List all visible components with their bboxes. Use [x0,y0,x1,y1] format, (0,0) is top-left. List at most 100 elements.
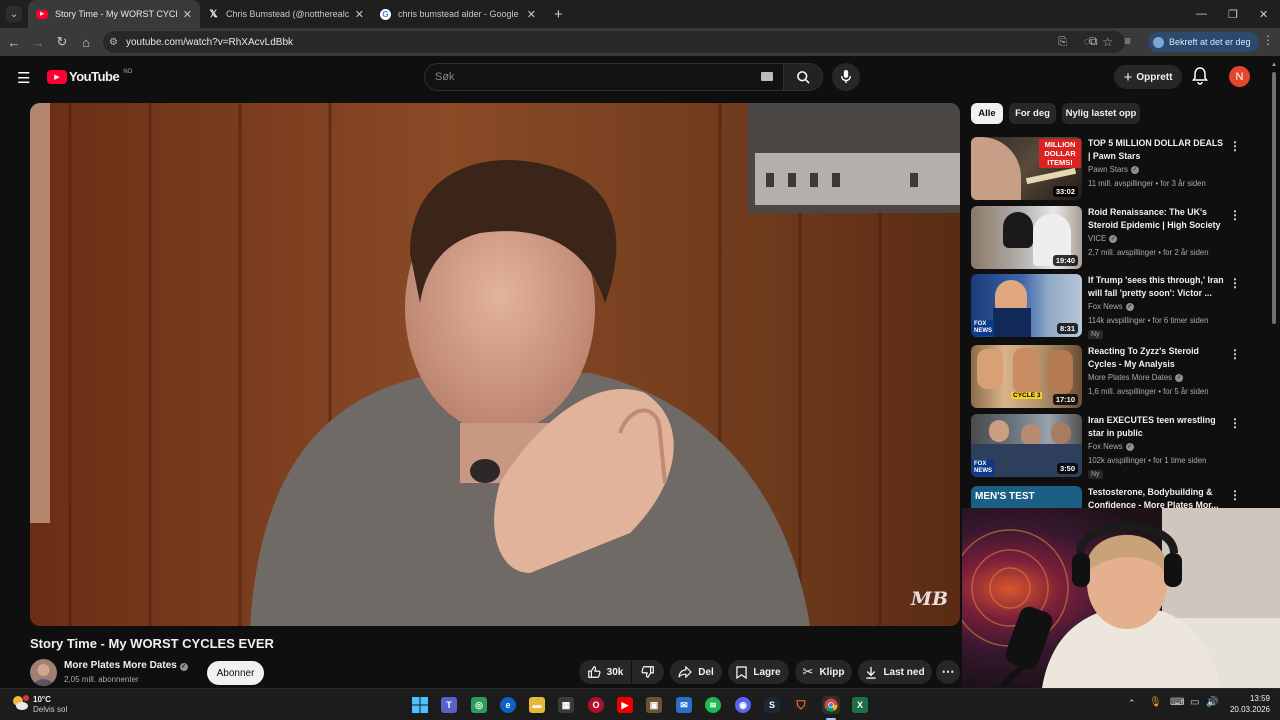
channel-name[interactable]: More Plates More Dates ✓ [64,660,188,671]
share-button[interactable]: Del [670,660,722,684]
recommendation-title: Roid Renaissance: The UK's Steroid Epide… [1088,207,1221,230]
weather-icon[interactable] [11,694,29,712]
keyboard-tray-icon[interactable]: ⌨ [1170,697,1184,708]
more-options-icon[interactable]: ⋮ [1229,208,1241,222]
youtube-logo[interactable]: ▶ YouTube NO [47,69,132,84]
restore-icon[interactable]: ❐ [1228,0,1238,28]
scroll-up-icon[interactable]: ▲ [1271,62,1277,68]
microsoft-store-icon[interactable]: ▦ [558,697,574,713]
search-button[interactable] [783,63,823,91]
edge-icon[interactable]: e [500,697,516,713]
display-tray-icon[interactable]: ▭ [1190,697,1199,708]
site-info-icon[interactable]: ⚙ [109,37,118,48]
voice-search-button[interactable] [832,63,860,91]
minimize-icon[interactable]: — [1196,0,1207,28]
recommendation-item[interactable]: CYCLE 3 17:10 Reacting To Zyzz's Steroid… [971,345,1261,409]
profile-verify-button[interactable]: Bekreft at det er deg [1148,32,1259,52]
recommendation-item[interactable]: MILLION DOLLAR ITEMS! 33:02 TOP 5 MILLIO… [971,137,1261,201]
close-tab-icon[interactable]: ✕ [527,8,536,21]
video-thumbnail[interactable]: FOX NEWS 3:50 [971,414,1082,477]
notifications-bell-icon[interactable] [1192,67,1208,90]
scrollbar-thumb[interactable] [1272,72,1276,324]
close-window-icon[interactable]: ✕ [1259,0,1268,28]
video-thumbnail[interactable]: MILLION DOLLAR ITEMS! 33:02 [971,137,1082,200]
video-thumbnail[interactable]: CYCLE 3 17:10 [971,345,1082,408]
home-icon[interactable]: ⌂ [74,35,98,50]
clock-time[interactable]: 13:59 [1226,694,1270,703]
recommendation-item[interactable]: FOX NEWS 8:31 If Trump 'sees this throug… [971,274,1261,339]
more-options-icon[interactable]: ⋮ [1229,488,1241,502]
filter-chip-recently-uploaded[interactable]: Nylig lastet opp [1062,103,1140,124]
subscribe-button[interactable]: Abonner [207,661,264,685]
create-button[interactable]: + Opprett [1114,65,1182,89]
new-tab-icon[interactable]: + [554,6,563,23]
close-tab-icon[interactable]: ✕ [355,8,364,21]
game-app-icon[interactable]: ▣ [646,697,662,713]
keyboard-icon[interactable] [761,72,773,81]
hamburger-menu-icon[interactable]: ☰ [17,69,30,87]
more-options-icon[interactable]: ⋮ [1229,347,1241,361]
recommendation-channel[interactable]: More Plates More Dates ✓ [1088,373,1184,382]
recommendation-item[interactable]: 19:40 Roid Renaissance: The UK's Steroid… [971,206,1261,270]
video-player[interactable]: MB [30,103,960,626]
forward-arrow-icon[interactable]: → [26,35,50,50]
weather-desc[interactable]: Delvis sol [33,705,67,714]
filter-chip-all[interactable]: Alle [971,103,1003,124]
url-text: youtube.com/watch?v=RhXAcvLdBbk [125,36,294,48]
clock-date[interactable]: 20.03.2026 [1220,705,1270,714]
browser-tab-google[interactable]: G chris bumstead alder - Google ✕ [372,0,544,28]
install-app-icon[interactable]: ⎘ [1058,36,1067,49]
dislike-button[interactable] [632,660,664,684]
volume-icon[interactable]: 🔊 [1206,697,1218,708]
discord-icon[interactable]: ◉ [735,697,751,713]
recommendation-item[interactable]: MEN'S TEST Testosterone, Bodybuilding & … [971,486,1261,508]
youtube-app-icon[interactable]: ▶ [617,697,633,713]
download-button[interactable]: Last ned [858,660,932,684]
video-thumbnail[interactable]: 19:40 [971,206,1082,269]
teams-icon[interactable]: T [441,697,457,713]
recommendation-channel[interactable]: Fox News ✓ [1088,442,1134,451]
more-actions-button[interactable]: ⋯ [936,660,960,684]
windows-start-icon[interactable] [412,697,428,713]
bookmark-star-icon[interactable]: ☆ [1102,35,1113,49]
video-thumbnail[interactable]: FOX NEWS 8:31 [971,274,1082,337]
browser-tab-x[interactable]: 𝕏 Chris Bumstead (@nottherealcb ✕ [200,0,372,28]
clip-button[interactable]: ✂ Klipp [795,660,852,684]
filter-chip-for-you[interactable]: For deg [1009,103,1056,124]
shield-app-icon[interactable]: ⛉ [793,697,809,713]
channel-avatar[interactable] [30,659,57,686]
more-options-icon[interactable]: ⋮ [1229,416,1241,430]
reading-list-icon[interactable]: ≡ [1124,34,1131,48]
address-bar[interactable]: ⚙ youtube.com/watch?v=RhXAcvLdBbk ⎘ ◌ ☆ [103,31,1125,53]
recommendation-channel[interactable]: VICE ✓ [1088,234,1118,243]
reload-icon[interactable]: ↻ [50,34,74,50]
excel-icon[interactable]: X [852,697,868,713]
more-options-icon[interactable]: ⋮ [1229,276,1241,290]
file-explorer-icon[interactable]: ▬ [529,697,545,713]
extensions-icon[interactable]: ⧉ [1089,34,1098,49]
opera-gx-icon[interactable]: O [588,697,604,713]
weather-temp[interactable]: 10°C [33,695,51,704]
account-avatar[interactable]: N [1229,66,1250,87]
recommendation-channel[interactable]: Fox News ✓ [1088,302,1134,311]
channel-watermark[interactable]: MB [911,588,948,610]
mail-icon[interactable]: ✉ [676,697,692,713]
microphone-tray-icon[interactable]: 🎙 [1149,697,1162,708]
chrome-icon[interactable] [822,696,840,714]
recommendation-item[interactable]: FOX NEWS 3:50 Iran EXECUTES teen wrestli… [971,414,1261,479]
browser-menu-icon[interactable]: ⋮ [1262,33,1274,47]
more-options-icon[interactable]: ⋮ [1229,139,1241,153]
app-icon[interactable]: ◎ [471,697,487,713]
steam-icon[interactable]: S [764,697,780,713]
like-button[interactable]: 30k [579,660,631,684]
back-arrow-icon[interactable]: ← [2,35,26,50]
video-thumbnail[interactable]: MEN'S TEST [971,486,1082,508]
tab-list-dropdown-icon[interactable]: ⌄ [6,6,22,22]
search-input[interactable]: Søk [424,63,786,91]
show-hidden-icons-icon[interactable]: ⌃ [1128,698,1136,709]
spotify-icon[interactable]: ≋ [705,697,721,713]
browser-tab-youtube[interactable]: ▶ Story Time - My WORST CYCLE ✕ [28,0,200,28]
save-button[interactable]: Lagre [728,660,789,684]
close-tab-icon[interactable]: ✕ [183,8,192,21]
recommendation-channel[interactable]: Pawn Stars ✓ [1088,165,1139,174]
